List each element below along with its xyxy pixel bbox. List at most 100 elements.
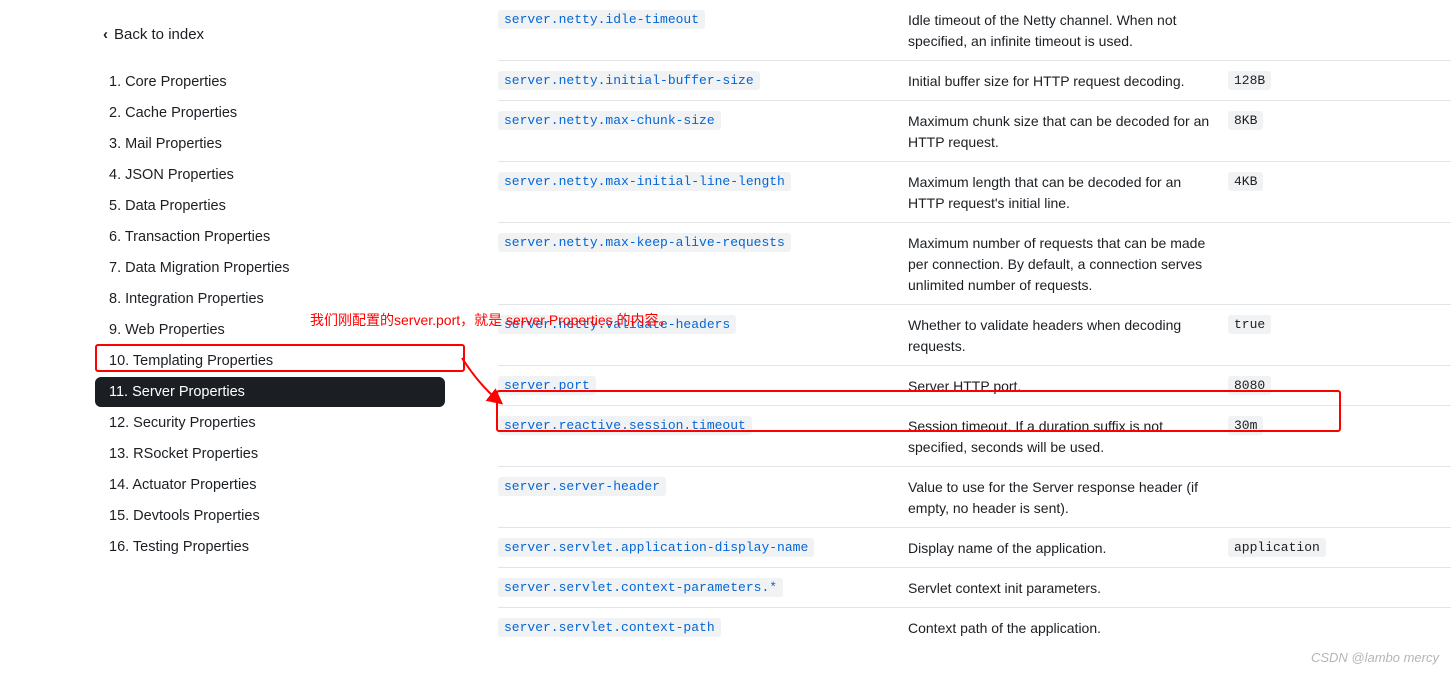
sidebar-item[interactable]: 1. Core Properties <box>95 67 445 97</box>
property-default-cell: 4KB <box>1228 172 1348 214</box>
sidebar-item[interactable]: 2. Cache Properties <box>95 98 445 128</box>
sidebar-item[interactable]: 3. Mail Properties <box>95 129 445 159</box>
property-name-link[interactable]: server.netty.initial-buffer-size <box>498 71 760 90</box>
property-name-cell: server.reactive.session.timeout <box>498 416 908 458</box>
sidebar-item[interactable]: 10. Templating Properties <box>95 346 445 376</box>
property-name-link[interactable]: server.server-header <box>498 477 666 496</box>
property-name-link[interactable]: server.netty.validate-headers <box>498 315 736 334</box>
back-label: Back to index <box>114 26 204 43</box>
property-name-link[interactable]: server.servlet.context-path <box>498 618 721 637</box>
back-to-index-link[interactable]: ‹ Back to index <box>95 20 460 49</box>
sidebar-item[interactable]: 13. RSocket Properties <box>95 439 445 469</box>
table-row: server.reactive.session.timeout Session t… <box>498 405 1451 466</box>
sidebar-item[interactable]: 4. JSON Properties <box>95 160 445 190</box>
sidebar-item[interactable]: 11. Server Properties <box>95 377 445 407</box>
property-default-cell <box>1228 233 1348 296</box>
sidebar-item[interactable]: 7. Data Migration Properties <box>95 253 445 283</box>
property-default-cell: 8KB <box>1228 111 1348 153</box>
property-default-cell: 8080 <box>1228 376 1348 397</box>
property-description: Session timeout. If a duration suffix is… <box>908 416 1228 458</box>
table-row: server.netty.validate-headers Whether to … <box>498 304 1451 365</box>
property-name-link[interactable]: server.netty.max-initial-line-length <box>498 172 791 191</box>
main-content: server.netty.idle-timeout Idle timeout of… <box>460 0 1451 673</box>
property-name-link[interactable]: server.servlet.application-display-name <box>498 538 814 557</box>
property-default-value: 30m <box>1228 416 1263 435</box>
sidebar-item-label: 11. Server Properties <box>109 384 245 400</box>
sidebar-item-label: 8. Integration Properties <box>109 291 264 307</box>
property-default-cell <box>1228 618 1348 639</box>
property-name-link[interactable]: server.netty.idle-timeout <box>498 10 705 29</box>
sidebar-item-label: 6. Transaction Properties <box>109 229 270 245</box>
property-default-cell: 128B <box>1228 71 1348 92</box>
property-default-value: 8KB <box>1228 111 1263 130</box>
property-name-link[interactable]: server.servlet.context-parameters.* <box>498 578 783 597</box>
sidebar-item[interactable]: 14. Actuator Properties <box>95 470 445 500</box>
sidebar-item-label: 9. Web Properties <box>109 322 225 338</box>
property-description: Value to use for the Server response hea… <box>908 477 1228 519</box>
property-name-cell: server.netty.initial-buffer-size <box>498 71 908 92</box>
sidebar-item[interactable]: 15. Devtools Properties <box>95 501 445 531</box>
table-row: server.netty.max-keep-alive-requestsMaxi… <box>498 222 1451 304</box>
table-row: server.netty.initial-buffer-size Initial … <box>498 60 1451 100</box>
table-row: server.server-header Value to use for the… <box>498 466 1451 527</box>
property-description: Servlet context init parameters. <box>908 578 1228 599</box>
table-row: server.port Server HTTP port.8080 <box>498 365 1451 405</box>
property-default-cell <box>1228 578 1348 599</box>
property-default-cell: true <box>1228 315 1348 357</box>
sidebar-item-label: 4. JSON Properties <box>109 167 234 183</box>
sidebar-item-label: 13. RSocket Properties <box>109 446 258 462</box>
sidebar-item-label: 15. Devtools Properties <box>109 508 260 524</box>
sidebar-item-label: 5. Data Properties <box>109 198 226 214</box>
property-default-cell <box>1228 477 1348 519</box>
sidebar-item-label: 16. Testing Properties <box>109 539 249 555</box>
sidebar-item-label: 7. Data Migration Properties <box>109 260 290 276</box>
property-name-cell: server.netty.max-keep-alive-requests <box>498 233 908 296</box>
table-row: server.netty.max-initial-line-length Maxi… <box>498 161 1451 222</box>
property-name-cell: server.netty.max-initial-line-length <box>498 172 908 214</box>
property-name-cell: server.servlet.context-path <box>498 618 908 639</box>
property-name-cell: server.netty.max-chunk-size <box>498 111 908 153</box>
property-default-value: 128B <box>1228 71 1271 90</box>
property-name-cell: server.port <box>498 376 908 397</box>
table-row: server.servlet.context-path Context path … <box>498 607 1451 647</box>
table-row: server.servlet.context-parameters.* Servl… <box>498 567 1451 607</box>
properties-table: server.netty.idle-timeout Idle timeout of… <box>498 0 1451 647</box>
property-default-value: application <box>1228 538 1326 557</box>
property-name-link[interactable]: server.reactive.session.timeout <box>498 416 752 435</box>
property-name-link[interactable]: server.netty.max-keep-alive-requests <box>498 233 791 252</box>
sidebar-item[interactable]: 16. Testing Properties <box>95 532 445 562</box>
property-description: Idle timeout of the Netty channel. When … <box>908 10 1228 52</box>
property-default-cell: application <box>1228 538 1348 559</box>
sidebar-item-label: 14. Actuator Properties <box>109 477 257 493</box>
sidebar-item[interactable]: 12. Security Properties <box>95 408 445 438</box>
property-description: Maximum length that can be decoded for a… <box>908 172 1228 214</box>
property-default-cell: 30m <box>1228 416 1348 458</box>
chevron-left-icon: ‹ <box>103 26 108 43</box>
property-name-cell: server.netty.idle-timeout <box>498 10 908 52</box>
sidebar-item-label: 3. Mail Properties <box>109 136 222 152</box>
sidebar-item-label: 2. Cache Properties <box>109 105 237 121</box>
property-description: Server HTTP port. <box>908 376 1228 397</box>
property-description: Whether to validate headers when decodin… <box>908 315 1228 357</box>
property-description: Initial buffer size for HTTP request dec… <box>908 71 1228 92</box>
sidebar-item[interactable]: 8. Integration Properties <box>95 284 445 314</box>
table-row: server.netty.max-chunk-sizeMaximum chunk… <box>498 100 1451 161</box>
sidebar: ‹ Back to index 1. Core Properties 2. Cac… <box>0 0 460 673</box>
property-name-cell: server.servlet.application-display-name <box>498 538 908 559</box>
table-row: server.servlet.application-display-nameD… <box>498 527 1451 567</box>
property-name-link[interactable]: server.port <box>498 376 596 395</box>
sidebar-item-label: 1. Core Properties <box>109 74 227 90</box>
property-default-value: 4KB <box>1228 172 1263 191</box>
property-default-cell <box>1228 10 1348 52</box>
sidebar-item[interactable]: 9. Web Properties <box>95 315 445 345</box>
sidebar-item[interactable]: 5. Data Properties <box>95 191 445 221</box>
sidebar-item-label: 12. Security Properties <box>109 415 256 431</box>
property-description: Context path of the application. <box>908 618 1228 639</box>
property-name-cell: server.netty.validate-headers <box>498 315 908 357</box>
sidebar-item[interactable]: 6. Transaction Properties <box>95 222 445 252</box>
table-row: server.netty.idle-timeout Idle timeout of… <box>498 0 1451 60</box>
property-name-link[interactable]: server.netty.max-chunk-size <box>498 111 721 130</box>
property-name-cell: server.servlet.context-parameters.* <box>498 578 908 599</box>
sidebar-nav-list: 1. Core Properties 2. Cache Properties 3. … <box>95 67 460 562</box>
sidebar-item-label: 10. Templating Properties <box>109 353 273 369</box>
